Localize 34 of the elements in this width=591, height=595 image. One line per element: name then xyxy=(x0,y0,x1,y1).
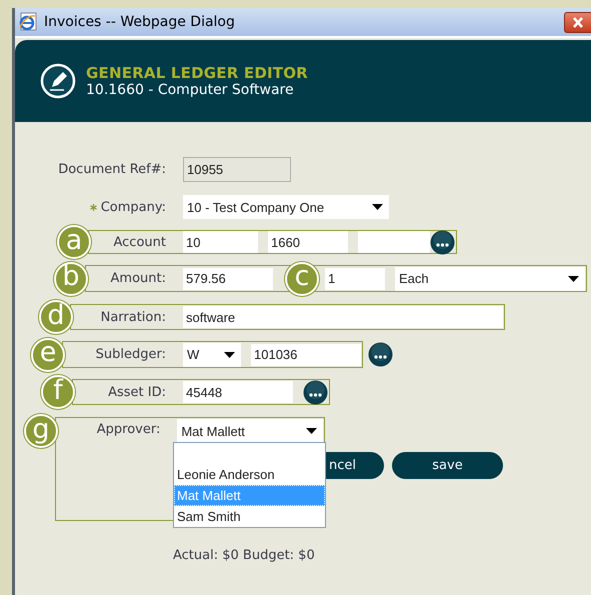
input-field[interactable]: 579.56 xyxy=(183,268,273,290)
dropdown[interactable]: W xyxy=(183,342,241,366)
caret-icon xyxy=(306,428,317,434)
callout-badge: e xyxy=(31,338,65,372)
input-field[interactable]: 10955 xyxy=(183,157,291,182)
callout-badge: a xyxy=(57,225,91,259)
window-title: Invoices -- Webpage Dialog xyxy=(44,14,235,30)
dropdown[interactable]: 10 - Test Company One xyxy=(183,195,389,219)
editor-subtitle: 10.1660 - Computer Software xyxy=(86,82,295,98)
callout-badge: d xyxy=(39,300,73,334)
caret-icon xyxy=(372,204,383,210)
input-field[interactable]: 1 xyxy=(325,268,385,290)
field-label: Approver: xyxy=(96,421,162,437)
lookup-button[interactable] xyxy=(368,342,393,367)
caret-icon xyxy=(568,276,579,282)
callout-badge: b xyxy=(54,262,88,296)
editor-title: GENERAL LEDGER EDITOR xyxy=(86,64,308,82)
callout-badge: g xyxy=(24,414,58,448)
field-label: Document Ref#: xyxy=(57,162,167,177)
caret-icon xyxy=(224,352,235,358)
browser-icon xyxy=(18,12,38,32)
dropdown[interactable]: Mat Mallett xyxy=(177,419,323,443)
input-field[interactable]: 101036 xyxy=(251,344,361,366)
totals-text: Actual: $0 Budget: $0 xyxy=(173,548,316,563)
dialog-button[interactable]: save xyxy=(392,452,503,479)
field-label: Company: xyxy=(15,200,173,214)
callout-badge: c xyxy=(285,262,319,296)
dropdown[interactable]: Each xyxy=(395,266,585,290)
pencil-icon xyxy=(40,63,76,99)
dropdown-option[interactable]: Sam Smith xyxy=(174,506,325,527)
callout-badge: f xyxy=(41,375,75,409)
field-label: Subledger: xyxy=(94,347,167,362)
field-label: Amount: xyxy=(110,271,167,286)
close-icon[interactable] xyxy=(564,12,591,32)
